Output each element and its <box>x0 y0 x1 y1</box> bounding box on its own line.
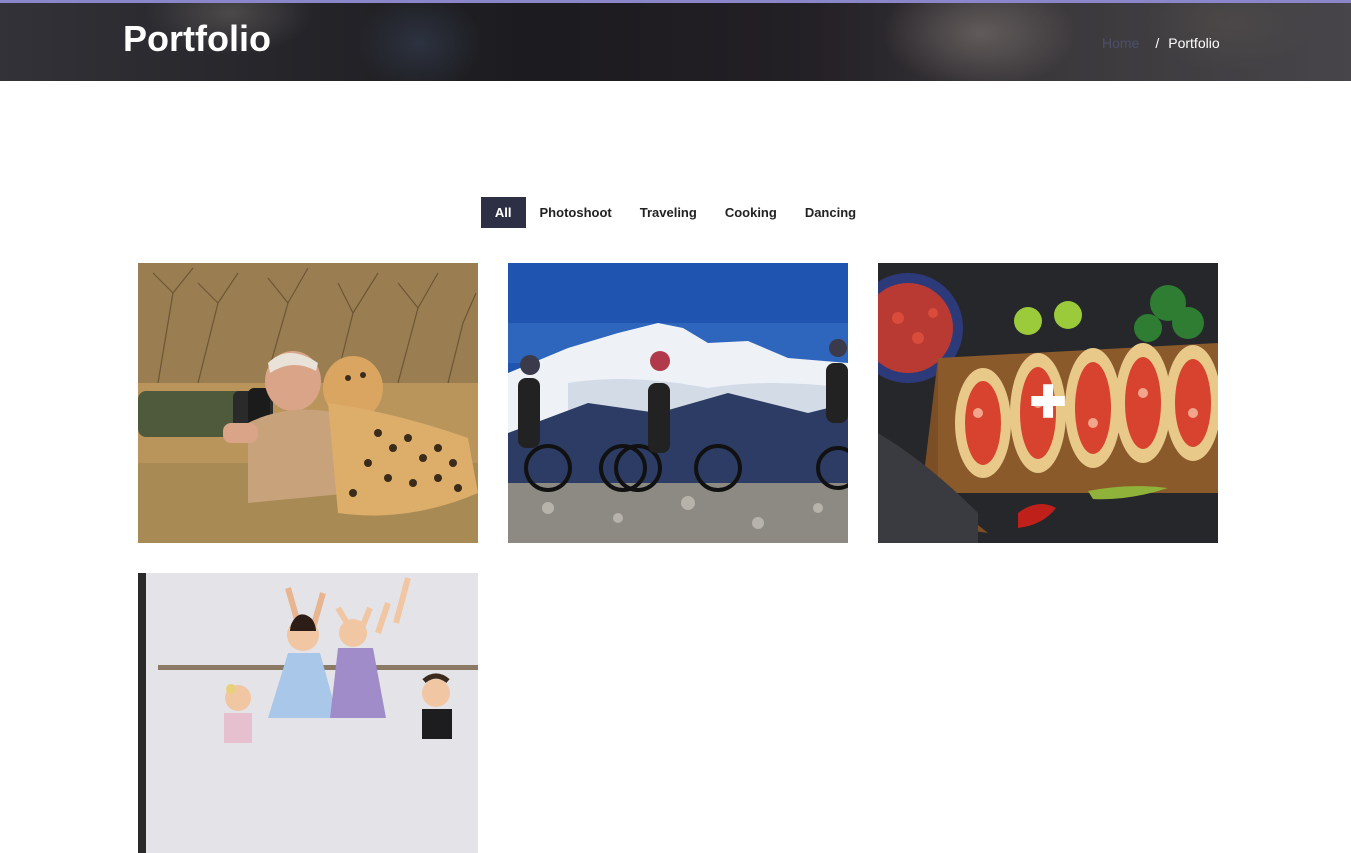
portfolio-filter-bar: All Photoshoot Traveling Cooking Dancing <box>0 197 1351 228</box>
filter-all[interactable]: All <box>480 197 526 228</box>
portfolio-item-dancing[interactable] <box>138 573 478 853</box>
ballet-dancers-image <box>138 573 478 853</box>
filter-cooking[interactable]: Cooking <box>711 197 791 228</box>
portfolio-item-cooking[interactable]: ✚ <box>878 263 1218 543</box>
breadcrumb-current: Portfolio <box>1168 35 1220 51</box>
filter-traveling[interactable]: Traveling <box>626 197 711 228</box>
breadcrumb: Home / Portfolio <box>1102 35 1220 51</box>
photographer-cheetah-image <box>138 263 478 543</box>
plus-icon[interactable]: ✚ <box>1030 381 1067 425</box>
mountain-bikers-image <box>508 263 848 543</box>
portfolio-item-traveling[interactable] <box>508 263 848 543</box>
filter-dancing[interactable]: Dancing <box>791 197 870 228</box>
breadcrumb-separator: / <box>1155 35 1160 51</box>
filter-photoshoot[interactable]: Photoshoot <box>526 197 626 228</box>
portfolio-item-photoshoot[interactable] <box>138 263 478 543</box>
page-header-banner: Portfolio Home / Portfolio <box>0 3 1351 81</box>
page-title: Portfolio <box>123 18 271 59</box>
breadcrumb-home-link[interactable]: Home <box>1102 35 1139 51</box>
